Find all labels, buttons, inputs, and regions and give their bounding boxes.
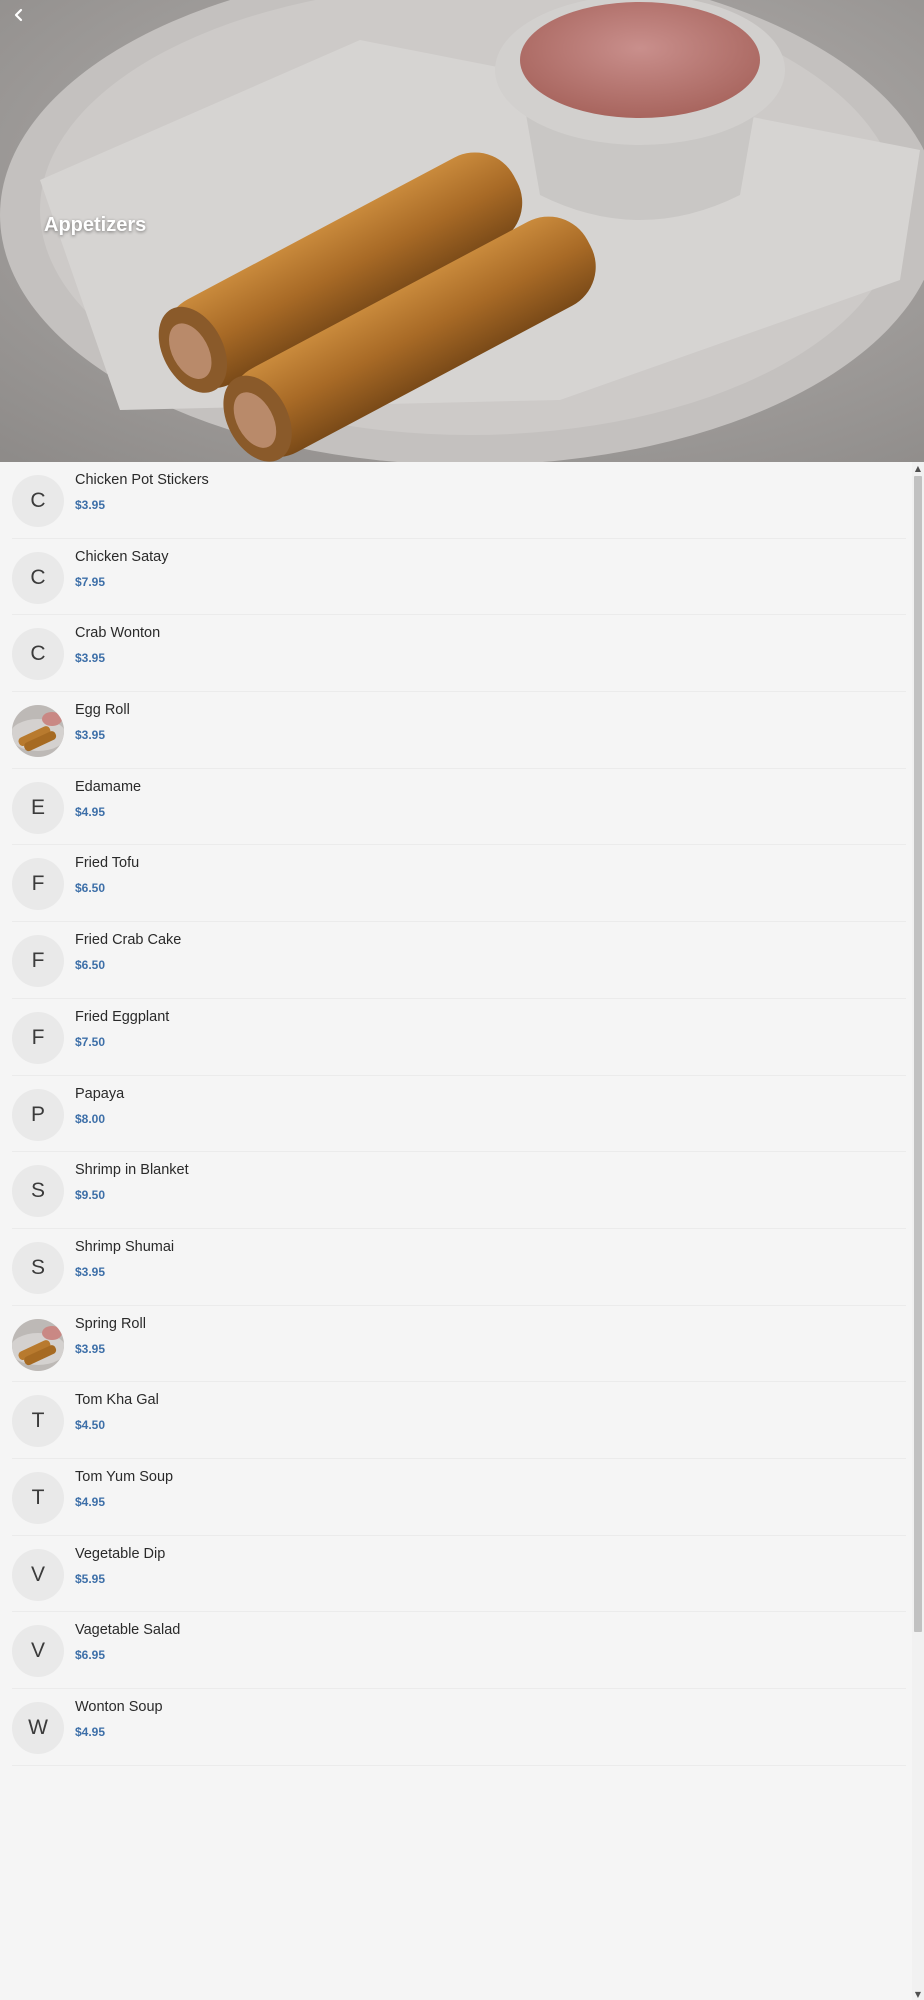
chevron-left-icon — [14, 8, 23, 22]
menu-item-name: Fried Eggplant — [75, 1008, 170, 1025]
menu-item-row[interactable]: Spring Roll $3.95 — [0, 1306, 912, 1383]
menu-item-initial-avatar: E — [12, 781, 64, 834]
menu-item-row[interactable]: F Fried Tofu $6.50 — [0, 845, 912, 922]
menu-item-price: $4.50 — [75, 1418, 106, 1433]
menu-item-thumbnail — [12, 1318, 64, 1371]
menu-item-name: Fried Crab Cake — [75, 932, 182, 949]
menu-item-name: Tom Yum Soup — [75, 1468, 174, 1485]
menu-item-price: $3.95 — [75, 498, 106, 512]
menu-item-initial-avatar: W — [12, 1702, 64, 1754]
scroll-up-arrow-icon[interactable]: ▲ — [912, 462, 924, 474]
menu-item-price: $8.00 — [75, 1111, 106, 1126]
scrollbar-thumb[interactable] — [914, 476, 922, 1632]
menu-item-initial-avatar: C — [12, 551, 64, 604]
menu-item-price: $7.95 — [75, 574, 106, 589]
menu-item-row[interactable]: Egg Roll $3.95 — [0, 692, 912, 769]
menu-item-price: $6.50 — [75, 881, 106, 896]
menu-item-name: Wonton Soup — [75, 1699, 163, 1715]
menu-item-initial-avatar: C — [12, 628, 64, 681]
menu-item-row[interactable]: C Chicken Satay $7.95 — [0, 539, 912, 616]
menu-item-initial-avatar: S — [12, 1165, 64, 1218]
menu-item-name: Shrimp Shumai — [75, 1238, 175, 1255]
menu-item-price: $3.95 — [75, 728, 106, 743]
menu-item-initial-avatar: F — [12, 858, 64, 911]
category-title: Appetizers — [44, 214, 147, 236]
menu-item-initial-avatar: C — [12, 475, 64, 527]
menu-item-price: $4.95 — [75, 1494, 106, 1509]
menu-item-price: $6.95 — [75, 1648, 106, 1663]
menu-item-row[interactable]: F Fried Crab Cake $6.50 — [0, 922, 912, 999]
menu-item-name: Crab Wonton — [75, 625, 161, 642]
menu-item-price: $3.95 — [75, 651, 106, 666]
back-button[interactable] — [12, 8, 42, 38]
menu-item-initial-avatar: V — [12, 1625, 64, 1678]
menu-item-name: Vagetable Salad — [75, 1622, 181, 1639]
menu-item-initial-avatar: V — [12, 1548, 64, 1601]
menu-item-list: C Chicken Pot Stickers $3.95 C Chicken Satay… — [0, 462, 912, 1766]
menu-item-row[interactable]: F Fried Eggplant $7.50 — [0, 999, 912, 1076]
menu-item-row[interactable]: V Vegetable Dip $5.95 — [0, 1536, 912, 1613]
menu-item-price: $5.95 — [75, 1571, 106, 1586]
menu-item-price: $6.50 — [75, 958, 106, 973]
menu-item-name: Vegetable Dip — [75, 1545, 166, 1562]
menu-item-row[interactable]: P Papaya $8.00 — [0, 1076, 912, 1153]
menu-item-price: $4.95 — [75, 1725, 106, 1739]
menu-item-initial-avatar: F — [12, 1011, 64, 1064]
menu-item-price: $7.50 — [75, 1034, 106, 1049]
scroll-down-arrow-icon[interactable]: ▼ — [912, 1988, 924, 2000]
menu-item-name: Shrimp in Blanket — [75, 1162, 189, 1179]
menu-item-initial-avatar: T — [12, 1395, 64, 1448]
menu-item-name: Edamame — [75, 778, 142, 795]
menu-item-price: $9.50 — [75, 1188, 106, 1203]
menu-item-price: $3.95 — [75, 1341, 106, 1356]
menu-item-row[interactable]: T Tom Kha Gal $4.50 — [0, 1382, 912, 1459]
menu-item-price: $4.95 — [75, 804, 106, 819]
menu-item-row[interactable]: S Shrimp Shumai $3.95 — [0, 1229, 912, 1306]
scrollbar[interactable]: ▲ ▼ — [912, 462, 924, 2000]
menu-item-name: Egg Roll — [75, 702, 130, 719]
menu-item-initial-avatar: S — [12, 1241, 64, 1294]
menu-item-initial-avatar: P — [12, 1088, 64, 1141]
menu-item-row[interactable]: C Crab Wonton $3.95 — [0, 615, 912, 692]
menu-item-name: Papaya — [75, 1085, 125, 1102]
menu-item-row[interactable]: V Vagetable Salad $6.95 — [0, 1612, 912, 1689]
menu-item-thumbnail — [12, 705, 64, 758]
menu-item-row[interactable]: W Wonton Soup $4.95 — [0, 1689, 912, 1766]
menu-item-row[interactable]: T Tom Yum Soup $4.95 — [0, 1459, 912, 1536]
menu-item-name: Spring Roll — [75, 1315, 146, 1332]
category-hero: Appetizers — [0, 0, 924, 462]
menu-item-row[interactable]: C Chicken Pot Stickers $3.95 — [0, 462, 912, 539]
menu-item-row[interactable]: S Shrimp in Blanket $9.50 — [0, 1152, 912, 1229]
menu-item-initial-avatar: F — [12, 935, 64, 988]
menu-item-name: Chicken Satay — [75, 548, 169, 565]
menu-item-initial-avatar: T — [12, 1471, 64, 1524]
menu-item-name: Fried Tofu — [75, 855, 140, 872]
menu-item-row[interactable]: E Edamame $4.95 — [0, 769, 912, 846]
menu-item-price: $3.95 — [75, 1264, 106, 1279]
menu-item-name: Tom Kha Gal — [75, 1392, 159, 1409]
menu-item-name: Chicken Pot Stickers — [75, 472, 209, 488]
